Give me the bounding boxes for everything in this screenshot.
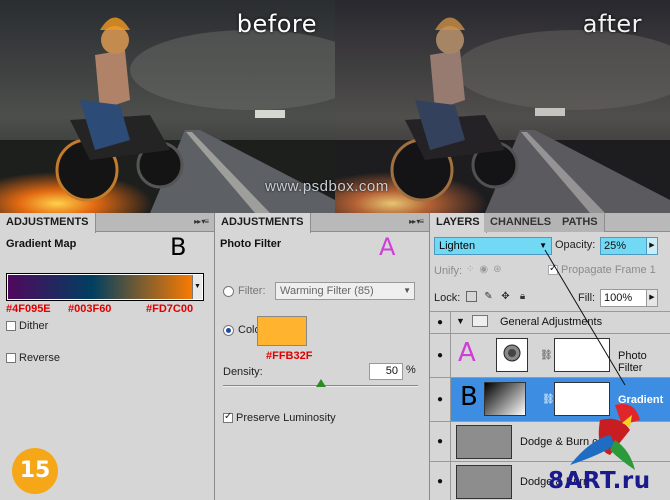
- parrot-logo-icon: [570, 404, 640, 470]
- brand-logo: 8ART.ru: [548, 468, 651, 494]
- step-number-badge: 15: [12, 448, 58, 494]
